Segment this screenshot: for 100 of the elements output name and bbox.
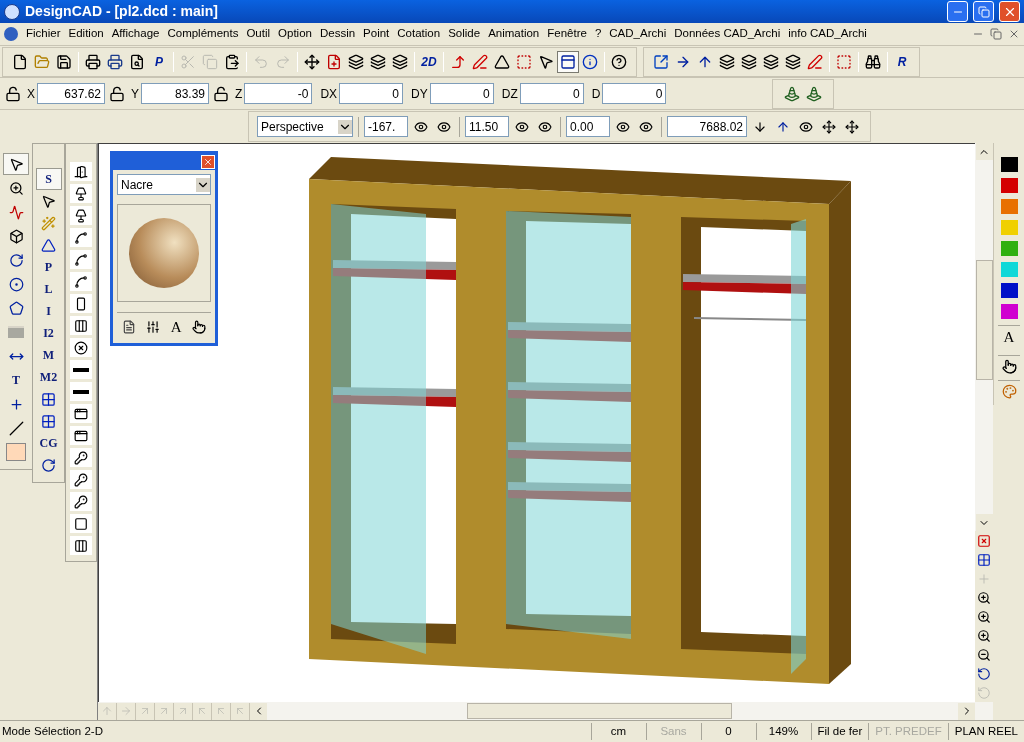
minimize-button[interactable] (947, 1, 968, 22)
toolbar-button[interactable]: 2D (418, 50, 440, 73)
menu-item[interactable]: CAD_Archi (605, 25, 671, 43)
tool-button[interactable]: I (35, 300, 62, 322)
color-swatch[interactable] (1000, 220, 1018, 235)
panel-icon (560, 53, 576, 70)
menu-item[interactable]: ? (590, 25, 606, 43)
padlock-icon[interactable] (109, 85, 125, 102)
projection-dropdown[interactable]: Perspective (257, 116, 353, 137)
color-swatch[interactable] (1000, 157, 1018, 172)
coordinate-field[interactable]: 0 (519, 83, 584, 104)
symbol-button[interactable] (70, 514, 92, 533)
view-value-field[interactable]: 0.00 (566, 116, 610, 137)
scroll-right-button[interactable] (958, 702, 975, 720)
scrollbar-thumb[interactable] (975, 260, 993, 380)
color-swatch[interactable] (1000, 304, 1018, 319)
menu-item[interactable]: Point (359, 25, 394, 43)
eye-icon (538, 119, 552, 134)
status-field: Sans (645, 722, 701, 741)
scrollbar-thumb[interactable] (467, 703, 732, 719)
tool-button[interactable]: T (3, 369, 29, 391)
tool-button[interactable]: L (35, 278, 62, 300)
padlock-icon[interactable] (5, 85, 21, 102)
symbol-button[interactable] (70, 162, 92, 181)
tool-button[interactable]: I2 (35, 322, 62, 344)
symbol-button[interactable] (70, 250, 92, 269)
symbol-button[interactable] (70, 536, 92, 555)
toolbar-button[interactable] (557, 50, 579, 73)
close-icon[interactable] (1008, 28, 1020, 40)
toolbar-button[interactable]: R (891, 50, 913, 73)
panel-button[interactable] (191, 320, 206, 335)
color-swatch[interactable] (1000, 241, 1018, 256)
panel-button[interactable] (122, 320, 137, 335)
tool-button[interactable] (3, 153, 29, 175)
menu-item[interactable]: Affichage (107, 25, 164, 43)
menu-item[interactable]: info CAD_Archi (784, 25, 871, 43)
color-swatch[interactable] (1000, 199, 1018, 214)
coordinate-field[interactable]: -0 (244, 83, 313, 104)
eye-icon (639, 119, 653, 134)
symbol-button[interactable] (70, 316, 92, 335)
symbol-button[interactable] (70, 404, 92, 423)
maximize-button[interactable] (973, 1, 994, 22)
scroll-up-button[interactable] (975, 143, 993, 160)
close-button[interactable] (999, 1, 1020, 22)
coordinate-field[interactable]: 0 (602, 83, 667, 104)
arrow-right-icon (120, 705, 132, 717)
coordinate-field[interactable]: 0 (339, 83, 404, 104)
toolbar-button[interactable]: P (148, 50, 170, 73)
menu-item[interactable]: Option (274, 25, 316, 43)
eye-icon (414, 119, 428, 134)
menu-item[interactable]: Compléments (163, 25, 243, 43)
material-dropdown[interactable]: Nacre (117, 174, 211, 195)
stack-icon (392, 53, 408, 70)
text-style-button[interactable]: A (998, 325, 1020, 349)
menu-item[interactable]: Données CAD_Archi (670, 25, 785, 43)
symbol-button[interactable] (70, 272, 92, 291)
symbol-button[interactable] (70, 228, 92, 247)
menu-item[interactable]: Fenêtre (543, 25, 591, 43)
palette-button[interactable] (998, 354, 1020, 374)
tool-button[interactable]: S (35, 168, 62, 190)
tool-button[interactable]: M2 (35, 366, 62, 388)
menu-item[interactable]: Edition (64, 25, 108, 43)
restore-icon[interactable] (990, 28, 1002, 40)
color-swatch[interactable] (1000, 178, 1018, 193)
symbol-button[interactable] (70, 184, 92, 203)
symbol-button[interactable] (70, 492, 92, 511)
tool-button[interactable]: CG (35, 432, 62, 454)
symbol-button[interactable] (70, 206, 92, 225)
view-value-field[interactable]: -167. (364, 116, 408, 137)
view-value-field[interactable]: 11.50 (465, 116, 509, 137)
symbol-button[interactable] (70, 360, 92, 379)
menu-item[interactable]: Dessin (315, 25, 360, 43)
symbol-button[interactable] (70, 382, 92, 401)
symbol-button[interactable] (70, 426, 92, 445)
menu-item[interactable]: Animation (484, 25, 544, 43)
symbol-button[interactable] (70, 448, 92, 467)
text-style-button[interactable]: A (170, 316, 182, 339)
symbol-button[interactable] (70, 470, 92, 489)
coordinate-field[interactable]: 0 (429, 83, 494, 104)
scroll-left-button[interactable] (250, 702, 267, 720)
padlock-icon[interactable] (213, 85, 230, 102)
menu-item[interactable]: Solide (444, 25, 485, 43)
caret-icon (196, 177, 210, 192)
view-value-field[interactable]: 7688.02 (667, 116, 747, 137)
color-swatch[interactable] (1000, 283, 1018, 298)
panel-button[interactable] (146, 320, 161, 335)
color-swatch[interactable] (1000, 262, 1018, 277)
tool-button[interactable]: P (35, 256, 62, 278)
close-button[interactable] (201, 155, 215, 169)
coordinate-field[interactable]: 637.62 (37, 83, 105, 104)
menu-item[interactable]: Outil (242, 25, 275, 43)
binoculars-icon (865, 53, 881, 70)
symbol-button[interactable] (70, 338, 92, 357)
symbol-button[interactable] (70, 294, 92, 313)
color-swatch[interactable] (3, 441, 29, 463)
drawing-canvas[interactable]: Nacre A (98, 143, 975, 702)
menu-item[interactable]: Fichier (22, 25, 65, 43)
tool-button[interactable]: M (35, 344, 62, 366)
coordinate-field[interactable]: 83.39 (141, 83, 210, 104)
menu-item[interactable]: Cotation (393, 25, 445, 43)
